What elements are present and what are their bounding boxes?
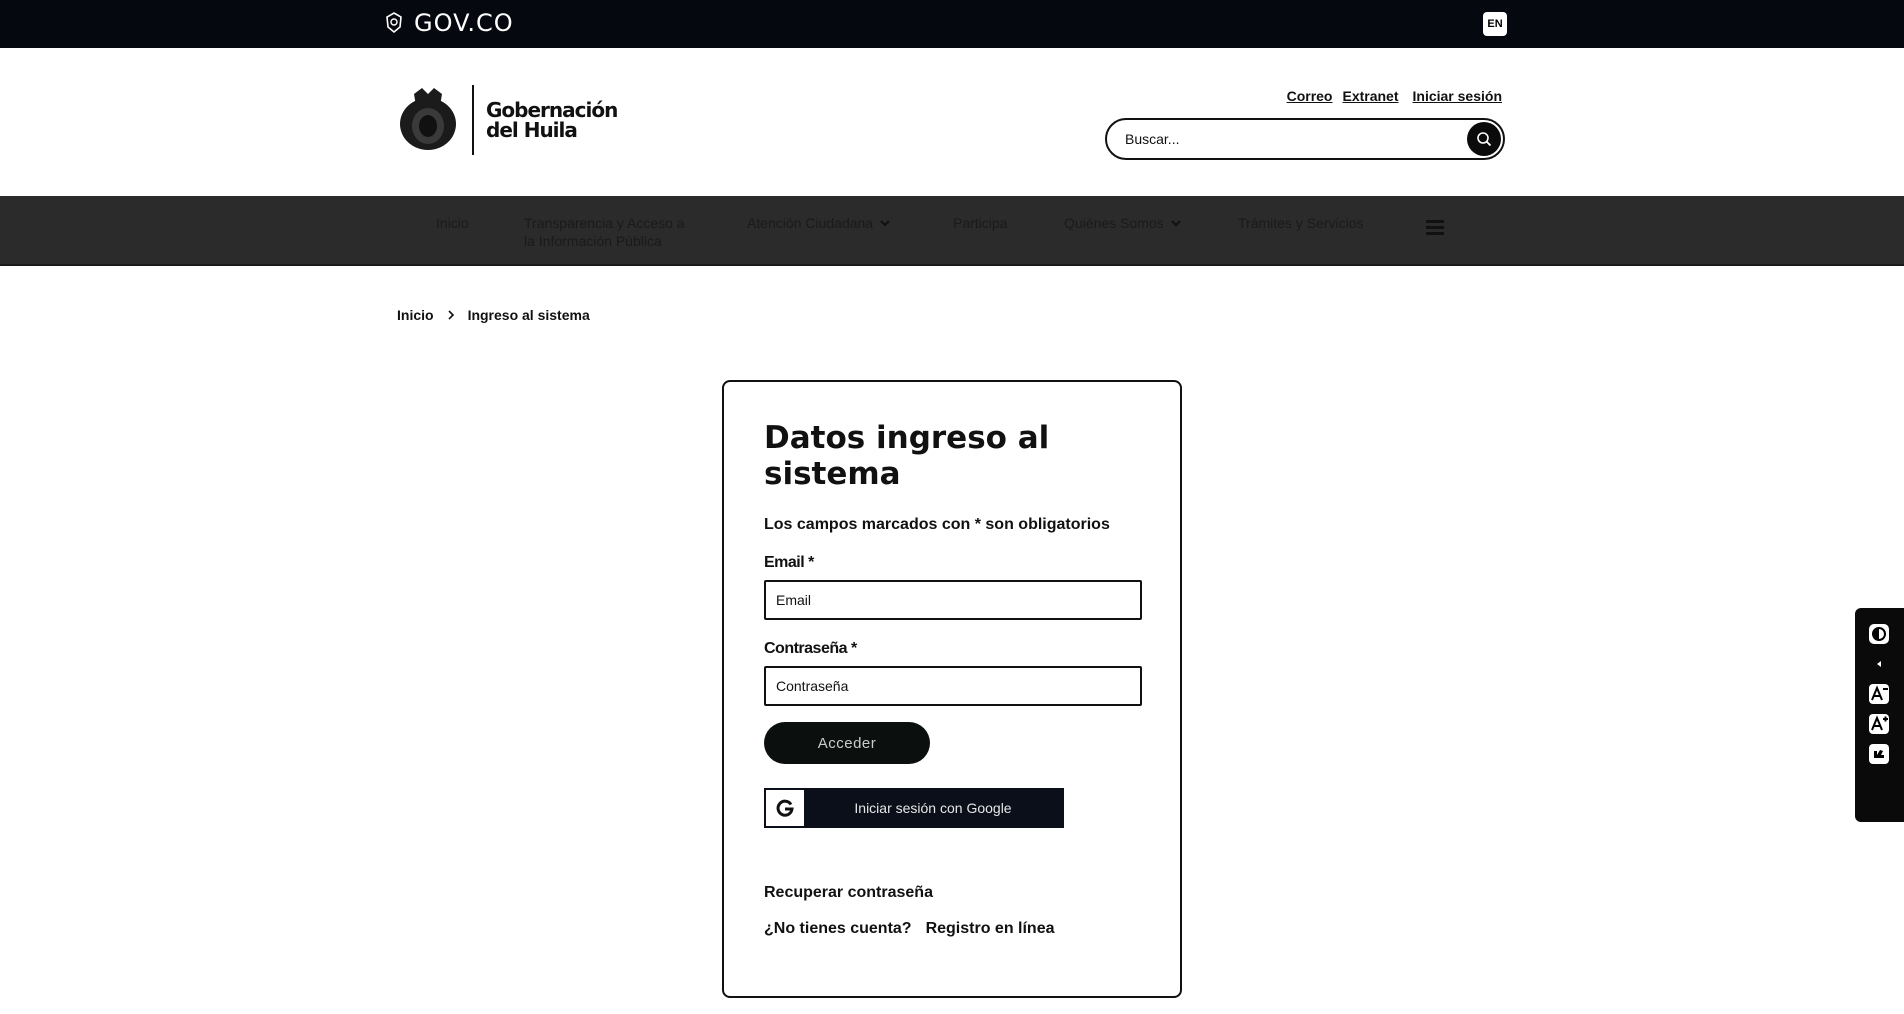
breadcrumb-current: Ingreso al sistema — [467, 307, 590, 323]
page-title: Datos ingreso al sistema — [764, 420, 1050, 492]
header-links: Correo Extranet Iniciar sesión — [1287, 88, 1502, 104]
search-button[interactable] — [1467, 122, 1501, 156]
login-card: Datos ingreso al sistema Los campos marc… — [722, 380, 1182, 998]
nav-item-label-line-2: la Información Pública — [524, 233, 662, 249]
menu-icon[interactable] — [1426, 220, 1444, 236]
govco-brand[interactable]: GOV.CO — [384, 9, 514, 37]
nav-item-label: Atención Ciudadana — [747, 215, 874, 231]
recover-password-link[interactable]: Recuperar contraseña — [764, 884, 1140, 902]
search-input[interactable] — [1125, 131, 1445, 147]
iniciar-sesion-link[interactable]: Iniciar sesión — [1413, 88, 1502, 104]
google-icon — [766, 790, 804, 826]
logo-line-2: del Huila — [486, 118, 578, 142]
govco-label: GOV.CO — [414, 9, 514, 37]
google-signin-label: Iniciar sesión con Google — [854, 800, 1012, 816]
email-field-wrapper — [764, 580, 1142, 620]
password-field[interactable] — [776, 678, 1126, 694]
language-button[interactable]: EN — [1483, 12, 1507, 36]
breadcrumb: Inicio Ingreso al sistema — [397, 307, 590, 323]
nav-item-tramites[interactable]: Trámites y Servicios — [1238, 214, 1364, 232]
nav-item-label: Quiénes Somos — [1064, 215, 1164, 231]
no-account-text: ¿No tienes cuenta? — [764, 920, 912, 937]
password-label: Contraseña * — [764, 640, 857, 657]
logo-line-1: Gobernación — [486, 98, 618, 122]
search-icon — [1477, 132, 1492, 147]
logo-divider — [472, 85, 474, 155]
password-field-wrapper — [764, 666, 1142, 706]
coat-of-arms-icon — [400, 88, 456, 150]
nav-item-transparencia[interactable]: Transparencia y Acceso a la Información … — [524, 214, 685, 250]
email-field[interactable] — [776, 592, 1126, 608]
google-signin-button[interactable]: Iniciar sesión con Google — [764, 788, 1064, 828]
nav-item-inicio[interactable]: Inicio — [436, 214, 469, 232]
chevron-right-icon — [447, 310, 454, 320]
shield-icon — [386, 12, 402, 34]
site-header: Gobernación del Huila Correo Extranet In… — [0, 48, 1904, 196]
contrast-icon[interactable] — [1867, 622, 1891, 646]
govco-topbar: GOV.CO EN — [0, 0, 1904, 48]
font-decrease-icon[interactable] — [1867, 682, 1891, 706]
required-note: Los campos marcados con * son obligatori… — [764, 516, 1110, 533]
signup-row: ¿No tienes cuenta? Registro en línea — [764, 920, 1140, 938]
nav-item-label-line-1: Transparencia y Acceso a — [524, 215, 685, 231]
chevron-down-icon — [1170, 220, 1181, 227]
font-increase-icon[interactable] — [1867, 712, 1891, 736]
correo-link[interactable]: Correo — [1287, 88, 1333, 104]
nav-item-quienes-somos[interactable]: Quiénes Somos — [1064, 214, 1182, 232]
search-box — [1105, 118, 1505, 160]
sign-language-icon[interactable] — [1867, 742, 1891, 766]
nav-item-participa[interactable]: Participa — [953, 214, 1007, 232]
nav-item-atencion-ciudadana[interactable]: Atención Ciudadana — [747, 214, 891, 232]
main-nav: Inicio Transparencia y Acceso a la Infor… — [0, 196, 1904, 266]
breadcrumb-home[interactable]: Inicio — [397, 307, 434, 323]
chevron-down-icon — [880, 220, 890, 227]
email-label: Email * — [764, 554, 814, 571]
logo-text: Gobernación del Huila — [486, 98, 618, 142]
gobernacion-logo[interactable]: Gobernación del Huila — [396, 84, 618, 156]
accessibility-toolbar — [1855, 608, 1904, 822]
register-link[interactable]: Registro en línea — [926, 920, 1055, 938]
nav-item-label: Trámites y Servicios — [1238, 215, 1364, 231]
nav-item-label: Participa — [953, 215, 1008, 231]
nav-item-label: Inicio — [436, 215, 469, 231]
acceder-button[interactable]: Acceder — [764, 722, 930, 764]
extranet-link[interactable]: Extranet — [1342, 88, 1398, 104]
chevron-left-icon[interactable] — [1867, 652, 1891, 676]
nav-item-label: Transparencia y Acceso a la Información … — [524, 214, 685, 250]
